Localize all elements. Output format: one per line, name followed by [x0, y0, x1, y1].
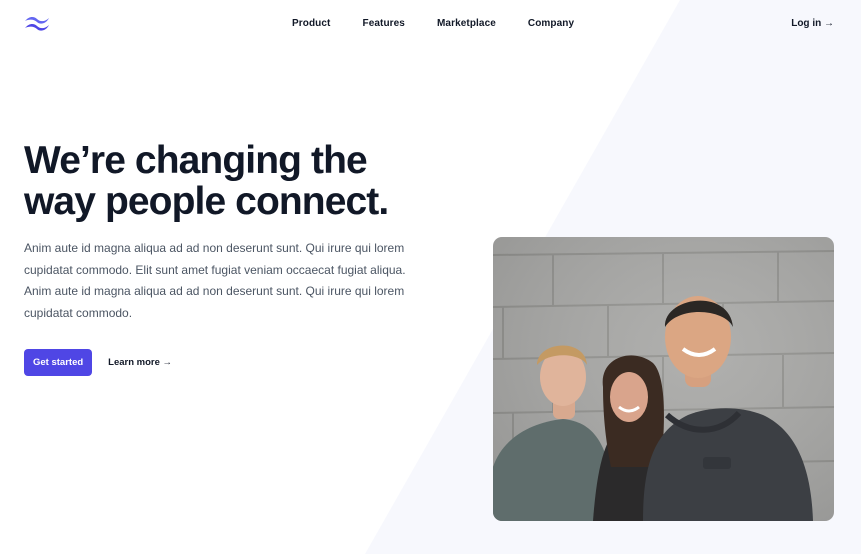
nav-item-company[interactable]: Company — [528, 17, 574, 31]
learn-more-link[interactable]: Learn more → — [108, 357, 172, 368]
login-link[interactable]: Log in → — [791, 17, 834, 31]
hero-actions: Get started Learn more → — [24, 349, 172, 376]
hero-description: Anim aute id magna aliqua ad ad non dese… — [24, 241, 406, 320]
team-photo-illustration — [493, 237, 834, 521]
nav-item-features[interactable]: Features — [362, 17, 405, 31]
hero-title-line-2: way people connect. — [24, 180, 389, 223]
hero-section: We’re changing the way people connect. A… — [24, 140, 444, 324]
hero-title-line-1: We’re changing the — [24, 139, 368, 182]
wave-logo-icon[interactable] — [24, 15, 50, 32]
site-header: Product Features Marketplace Company Log… — [0, 0, 861, 48]
team-photo — [493, 237, 834, 521]
get-started-button[interactable]: Get started — [24, 349, 93, 376]
nav-item-product[interactable]: Product — [292, 17, 330, 31]
nav-item-marketplace[interactable]: Marketplace — [437, 17, 496, 31]
hero-title: We’re changing the way people connect. — [24, 140, 444, 222]
main-nav: Product Features Marketplace Company — [292, 17, 606, 31]
